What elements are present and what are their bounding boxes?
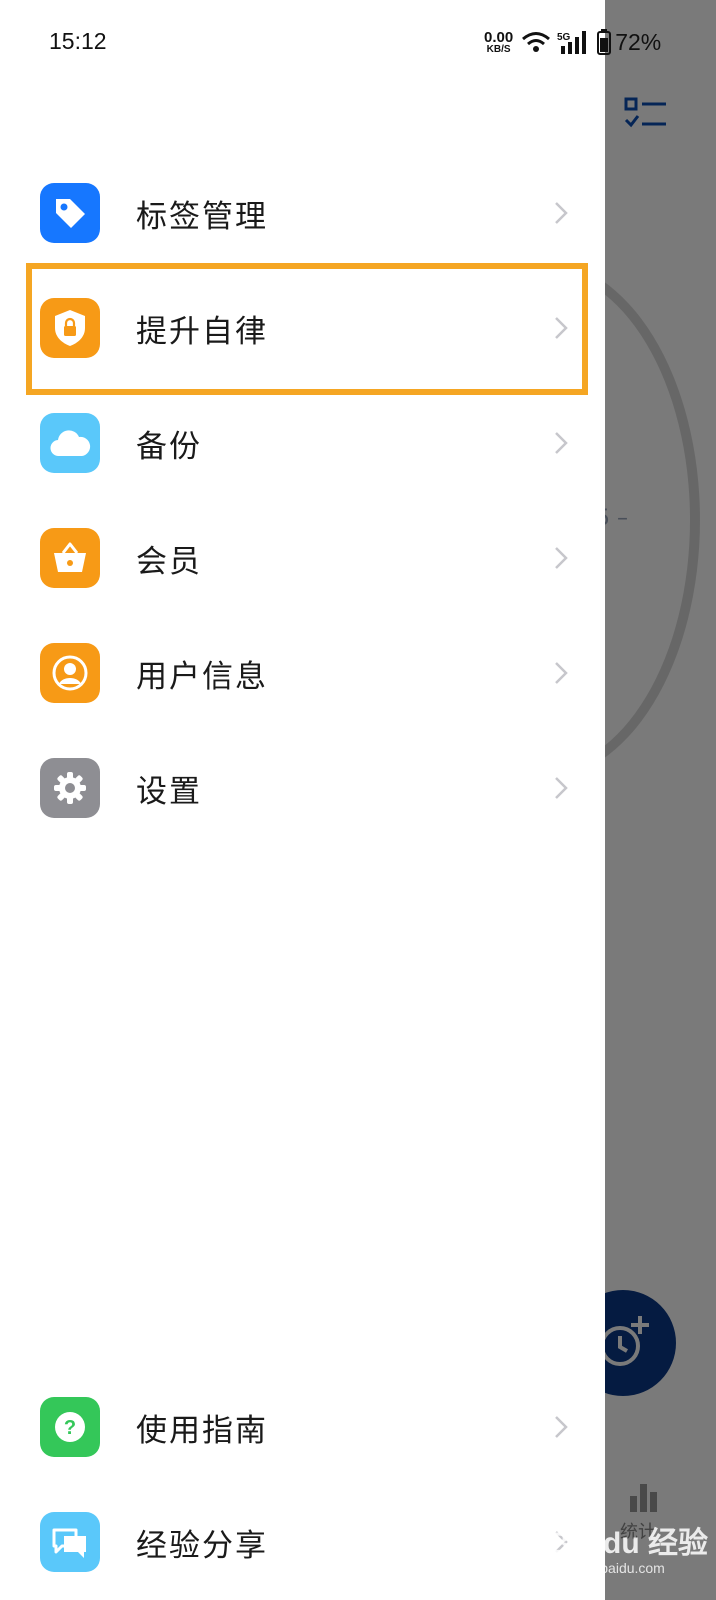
shield-lock-icon <box>40 298 100 358</box>
battery-percent: 72% <box>615 28 662 55</box>
menu-label: 经验分享 <box>136 1527 268 1564</box>
menu-item-user-info[interactable]: 用户信息 <box>0 623 605 723</box>
cellular-signal-icon: 5G <box>557 31 587 54</box>
menu-item-membership[interactable]: 会员 <box>0 508 605 608</box>
chat-icon <box>40 1512 100 1572</box>
tag-icon <box>40 183 100 243</box>
svg-text:?: ? <box>64 1417 76 1439</box>
menu-label: 会员 <box>136 543 202 580</box>
menu-item-self-discipline[interactable]: 提升自律 <box>0 278 605 378</box>
help-icon: ? <box>40 1397 100 1457</box>
chevron-right-icon <box>555 317 568 339</box>
menu-item-tag-management[interactable]: 标签管理 <box>0 163 605 263</box>
menu-label: 标签管理 <box>136 198 268 235</box>
menu-label: 用户信息 <box>136 658 268 695</box>
chevron-right-icon <box>555 662 568 684</box>
basket-icon <box>40 528 100 588</box>
menu-label: 提升自律 <box>136 313 268 350</box>
user-icon <box>40 643 100 703</box>
chevron-right-icon <box>555 1416 568 1438</box>
status-time: 15:12 <box>49 28 107 54</box>
baidu-watermark: Bai du 经验 jingyan.baidu.com <box>548 1527 709 1576</box>
menu-item-experience-share[interactable]: 经验分享 <box>0 1492 605 1592</box>
navigation-drawer: 15:12 0.00 KB/S 5G 72% 标签管理 提升自律 备份 会员 用… <box>0 0 661 1600</box>
menu-label: 使用指南 <box>136 1412 268 1449</box>
menu-label: 设置 <box>136 773 202 810</box>
menu-item-backup[interactable]: 备份 <box>0 393 605 493</box>
status-icons: 0.00 KB/S 5G 72% <box>484 26 661 58</box>
network-speed: 0.00 KB/S <box>484 28 514 55</box>
menu-item-user-guide[interactable]: ? 使用指南 <box>0 1377 605 1477</box>
menu-item-settings[interactable]: 设置 <box>0 738 605 838</box>
battery-icon <box>597 29 612 55</box>
gear-icon <box>40 758 100 818</box>
chevron-right-icon <box>555 777 568 799</box>
menu-label: 备份 <box>136 428 202 465</box>
wifi-icon <box>522 32 551 52</box>
chevron-right-icon <box>555 202 568 224</box>
chevron-right-icon <box>555 547 568 569</box>
chevron-right-icon <box>555 432 568 454</box>
cloud-icon <box>40 413 100 473</box>
svg-text:5G: 5G <box>557 32 571 43</box>
